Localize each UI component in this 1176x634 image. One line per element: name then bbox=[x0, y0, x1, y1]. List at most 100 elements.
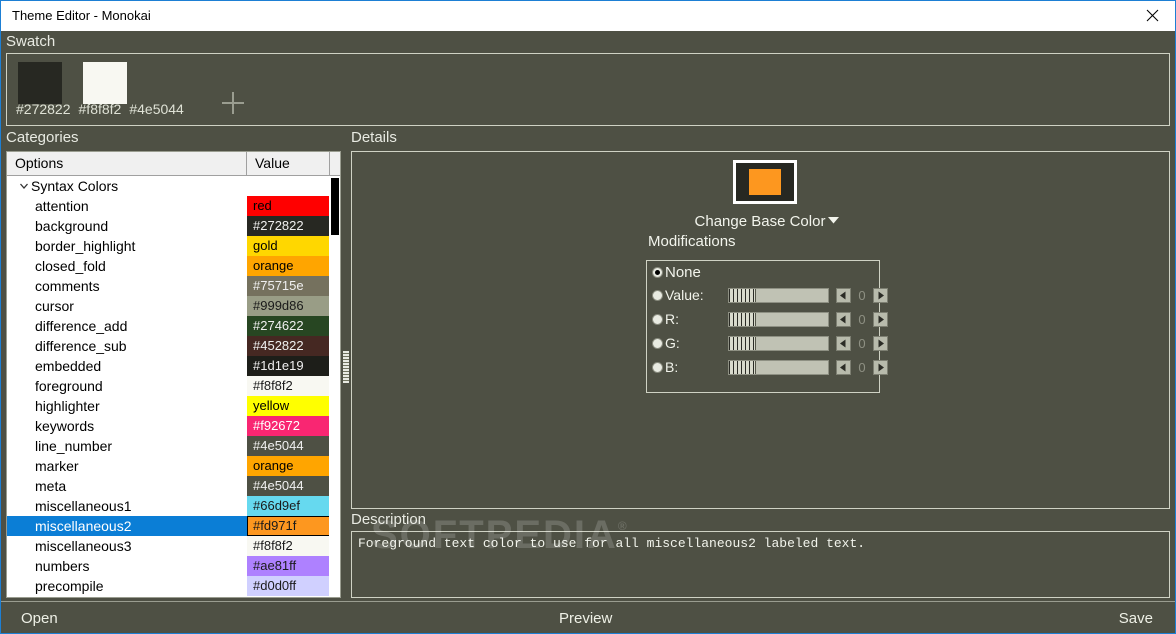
column-header-options[interactable]: Options bbox=[7, 152, 247, 175]
table-row[interactable]: closed_fold orange bbox=[7, 256, 340, 276]
table-row[interactable]: cursor #999d86 bbox=[7, 296, 340, 316]
option-name: highlighter bbox=[35, 398, 100, 414]
tree-group-syntax-colors[interactable]: Syntax Colors bbox=[7, 176, 340, 196]
option-name: meta bbox=[35, 478, 67, 494]
column-header-value[interactable]: Value bbox=[247, 152, 330, 175]
save-button[interactable]: Save bbox=[1119, 610, 1153, 627]
option-value-swatch[interactable]: red bbox=[247, 196, 330, 216]
slider-thumb[interactable] bbox=[729, 336, 756, 350]
swatch-color-0[interactable] bbox=[18, 62, 62, 104]
slider-thumb[interactable] bbox=[729, 360, 756, 374]
arrow-left-icon[interactable] bbox=[836, 359, 851, 375]
table-row[interactable]: precompile #d0d0ff bbox=[7, 576, 340, 596]
table-row[interactable]: comments #75715e bbox=[7, 276, 340, 296]
option-name: foreground bbox=[35, 378, 103, 394]
option-value-swatch[interactable]: #4e5044 bbox=[247, 476, 330, 496]
table-row[interactable]: attention red bbox=[7, 196, 340, 216]
table-row[interactable]: numbers #ae81ff bbox=[7, 556, 340, 576]
radio-value-icon[interactable] bbox=[652, 289, 663, 301]
open-button[interactable]: Open bbox=[21, 610, 58, 627]
modification-slider[interactable] bbox=[728, 359, 829, 375]
arrow-left-icon[interactable] bbox=[836, 335, 851, 351]
preview-button[interactable]: Preview bbox=[559, 610, 612, 627]
modification-slider[interactable] bbox=[728, 287, 829, 303]
arrow-right-icon[interactable] bbox=[873, 359, 888, 375]
theme-editor-window: Theme Editor - Monokai Swatch #272822 #f8… bbox=[0, 0, 1176, 634]
radio-b-icon[interactable] bbox=[652, 361, 663, 373]
option-value-swatch[interactable]: #fd971f bbox=[247, 516, 330, 536]
chevron-down-icon[interactable] bbox=[19, 181, 29, 191]
table-row[interactable]: embedded #1d1e19 bbox=[7, 356, 340, 376]
slider-thumb[interactable] bbox=[729, 288, 756, 302]
modification-row[interactable]: R: 0 bbox=[647, 307, 888, 331]
base-color-swatch[interactable] bbox=[733, 160, 797, 204]
radio-r-icon[interactable] bbox=[652, 313, 663, 325]
option-value-swatch[interactable]: #ae81ff bbox=[247, 556, 330, 576]
modification-row[interactable]: None bbox=[647, 261, 879, 283]
table-row[interactable]: highlighter yellow bbox=[7, 396, 340, 416]
option-value-swatch[interactable]: #f8f8f2 bbox=[247, 376, 330, 396]
modification-label: B: bbox=[665, 359, 679, 375]
option-value-swatch[interactable]: #f8f8f2 bbox=[247, 536, 330, 556]
option-value-swatch[interactable]: #d0d0ff bbox=[247, 576, 330, 596]
modification-slider[interactable] bbox=[728, 335, 829, 351]
table-row[interactable]: meta #4e5044 bbox=[7, 476, 340, 496]
arrow-left-icon[interactable] bbox=[836, 287, 851, 303]
table-row[interactable]: miscellaneous2 #fd971f bbox=[7, 516, 340, 536]
arrow-right-icon[interactable] bbox=[873, 287, 888, 303]
table-row[interactable]: difference_add #274622 bbox=[7, 316, 340, 336]
radio-g-icon[interactable] bbox=[652, 337, 663, 349]
option-name: precompile bbox=[35, 578, 104, 594]
list-scrollbar-track[interactable] bbox=[329, 176, 340, 597]
radio-none-icon[interactable] bbox=[652, 266, 663, 278]
option-value-swatch[interactable]: orange bbox=[247, 256, 330, 276]
description-text: Foreground text color to use for all mis… bbox=[358, 536, 866, 551]
table-row[interactable]: keywords #f92672 bbox=[7, 416, 340, 436]
table-row[interactable]: foreground #f8f8f2 bbox=[7, 376, 340, 396]
modifications-group: None Value: 0 R: 0 G: 0 B: 0 bbox=[646, 260, 888, 393]
option-value-swatch[interactable]: #66d9ef bbox=[247, 496, 330, 516]
table-row[interactable]: miscellaneous3 #f8f8f2 bbox=[7, 536, 340, 556]
table-row[interactable]: difference_sub #452822 bbox=[7, 336, 340, 356]
option-value-swatch[interactable]: yellow bbox=[247, 396, 330, 416]
table-row[interactable]: border_highlight gold bbox=[7, 236, 340, 256]
list-scrollbar-thumb[interactable] bbox=[331, 178, 339, 235]
option-value-swatch[interactable]: #274622 bbox=[247, 316, 330, 336]
option-value-swatch[interactable]: #4e5044 bbox=[247, 436, 330, 456]
categories-section-label: Categories bbox=[6, 129, 79, 146]
swatch-color-2[interactable] bbox=[148, 62, 192, 104]
table-row[interactable]: marker orange bbox=[7, 456, 340, 476]
modification-label: None bbox=[665, 263, 701, 281]
slider-thumb[interactable] bbox=[729, 312, 756, 326]
option-value-swatch[interactable]: #f92672 bbox=[247, 416, 330, 436]
modification-row[interactable]: B: 0 bbox=[647, 355, 888, 379]
table-row[interactable]: line_number #4e5044 bbox=[7, 436, 340, 456]
option-value-swatch[interactable]: #272822 bbox=[247, 216, 330, 236]
arrow-right-icon[interactable] bbox=[873, 311, 888, 327]
modification-value: 0 bbox=[858, 311, 866, 327]
arrow-left-icon[interactable] bbox=[836, 311, 851, 327]
arrow-right-icon[interactable] bbox=[873, 335, 888, 351]
change-base-color-button[interactable]: Change Base Color bbox=[682, 211, 852, 230]
close-icon[interactable] bbox=[1129, 1, 1175, 30]
table-row[interactable]: background #272822 bbox=[7, 216, 340, 236]
option-name: closed_fold bbox=[35, 258, 106, 274]
option-name: background bbox=[35, 218, 109, 234]
option-value-swatch[interactable]: #1d1e19 bbox=[247, 356, 330, 376]
option-value-swatch[interactable]: #452822 bbox=[247, 336, 330, 356]
modification-value: 0 bbox=[858, 359, 866, 375]
splitter-grip-icon[interactable] bbox=[343, 351, 349, 383]
option-value-swatch[interactable]: #999d86 bbox=[247, 296, 330, 316]
swatch-color-1[interactable] bbox=[83, 62, 127, 104]
option-value-swatch[interactable]: gold bbox=[247, 236, 330, 256]
column-header-spacer bbox=[330, 152, 340, 175]
plus-icon[interactable] bbox=[222, 92, 244, 114]
panel-splitter[interactable] bbox=[342, 151, 350, 598]
modifications-label: Modifications bbox=[648, 233, 736, 250]
modification-row[interactable]: G: 0 bbox=[647, 331, 888, 355]
option-value-swatch[interactable]: #75715e bbox=[247, 276, 330, 296]
modification-row[interactable]: Value: 0 bbox=[647, 283, 888, 307]
modification-slider[interactable] bbox=[728, 311, 829, 327]
option-value-swatch[interactable]: orange bbox=[247, 456, 330, 476]
table-row[interactable]: miscellaneous1 #66d9ef bbox=[7, 496, 340, 516]
